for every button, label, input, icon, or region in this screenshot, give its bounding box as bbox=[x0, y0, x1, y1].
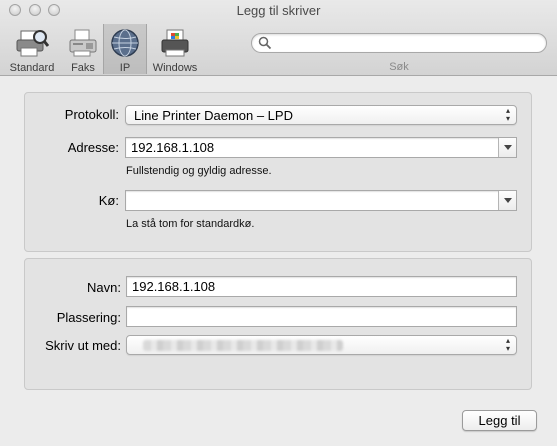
queue-label: Kø: bbox=[98, 193, 119, 208]
queue-hint: La stå tom for standardkø. bbox=[126, 218, 255, 230]
location-label: Plassering: bbox=[56, 310, 121, 325]
redacted-driver-name bbox=[143, 340, 343, 351]
toolbar-windows[interactable]: Windows bbox=[148, 24, 202, 74]
windows-printer-icon bbox=[159, 27, 191, 62]
protocol-label: Protokoll: bbox=[64, 107, 119, 122]
queue-combo[interactable] bbox=[125, 190, 517, 211]
connection-group: Protokoll: Line Printer Daemon – LPD ▴ ▾ … bbox=[24, 92, 532, 252]
details-group: Navn: 192.168.1.108 Plassering: Skriv ut… bbox=[24, 258, 532, 390]
window-title: Legg til skriver bbox=[236, 3, 321, 18]
toolbar-standard-label: Standard bbox=[9, 62, 55, 74]
add-printer-window: Legg til skriver Standard Faks IP Window… bbox=[0, 0, 557, 446]
globe-icon bbox=[110, 27, 140, 62]
chevron-down-icon bbox=[504, 198, 512, 203]
printer-magnifier-icon bbox=[15, 27, 50, 62]
search-label: Søk bbox=[389, 61, 409, 73]
up-down-arrows-icon: ▴ ▾ bbox=[505, 106, 510, 123]
up-down-arrows-icon: ▴ ▾ bbox=[505, 336, 510, 353]
queue-dropdown-button[interactable] bbox=[498, 191, 516, 210]
protocol-popup[interactable]: Line Printer Daemon – LPD ▴ ▾ bbox=[125, 105, 517, 125]
toolbar-ip-label: IP bbox=[119, 62, 131, 74]
name-value: 192.168.1.108 bbox=[132, 279, 216, 294]
add-button[interactable]: Legg til bbox=[462, 410, 537, 431]
toolbar-windows-label: Windows bbox=[152, 62, 198, 74]
search-icon bbox=[258, 36, 272, 53]
address-value: 192.168.1.108 bbox=[131, 140, 215, 155]
print-using-popup[interactable]: ▴ ▾ bbox=[126, 335, 517, 355]
fax-icon bbox=[68, 27, 98, 62]
search-field[interactable] bbox=[251, 33, 547, 53]
address-combo[interactable]: 192.168.1.108 bbox=[125, 137, 517, 158]
titlebar-toolbar: Legg til skriver Standard Faks IP Window… bbox=[0, 0, 557, 76]
address-dropdown-button[interactable] bbox=[498, 138, 516, 157]
print-using-label: Skriv ut med: bbox=[45, 338, 121, 353]
location-field[interactable] bbox=[126, 306, 517, 327]
name-field[interactable]: 192.168.1.108 bbox=[126, 276, 517, 297]
toolbar-ip[interactable]: IP bbox=[103, 24, 147, 74]
toolbar-fax[interactable]: Faks bbox=[64, 24, 102, 74]
chevron-down-icon bbox=[504, 145, 512, 150]
toolbar-standard[interactable]: Standard bbox=[4, 24, 60, 74]
name-label: Navn: bbox=[87, 280, 121, 295]
protocol-value: Line Printer Daemon – LPD bbox=[134, 108, 293, 123]
address-label: Adresse: bbox=[67, 140, 119, 155]
address-hint: Fullstendig og gyldig adresse. bbox=[126, 165, 272, 177]
toolbar-fax-label: Faks bbox=[71, 62, 95, 74]
